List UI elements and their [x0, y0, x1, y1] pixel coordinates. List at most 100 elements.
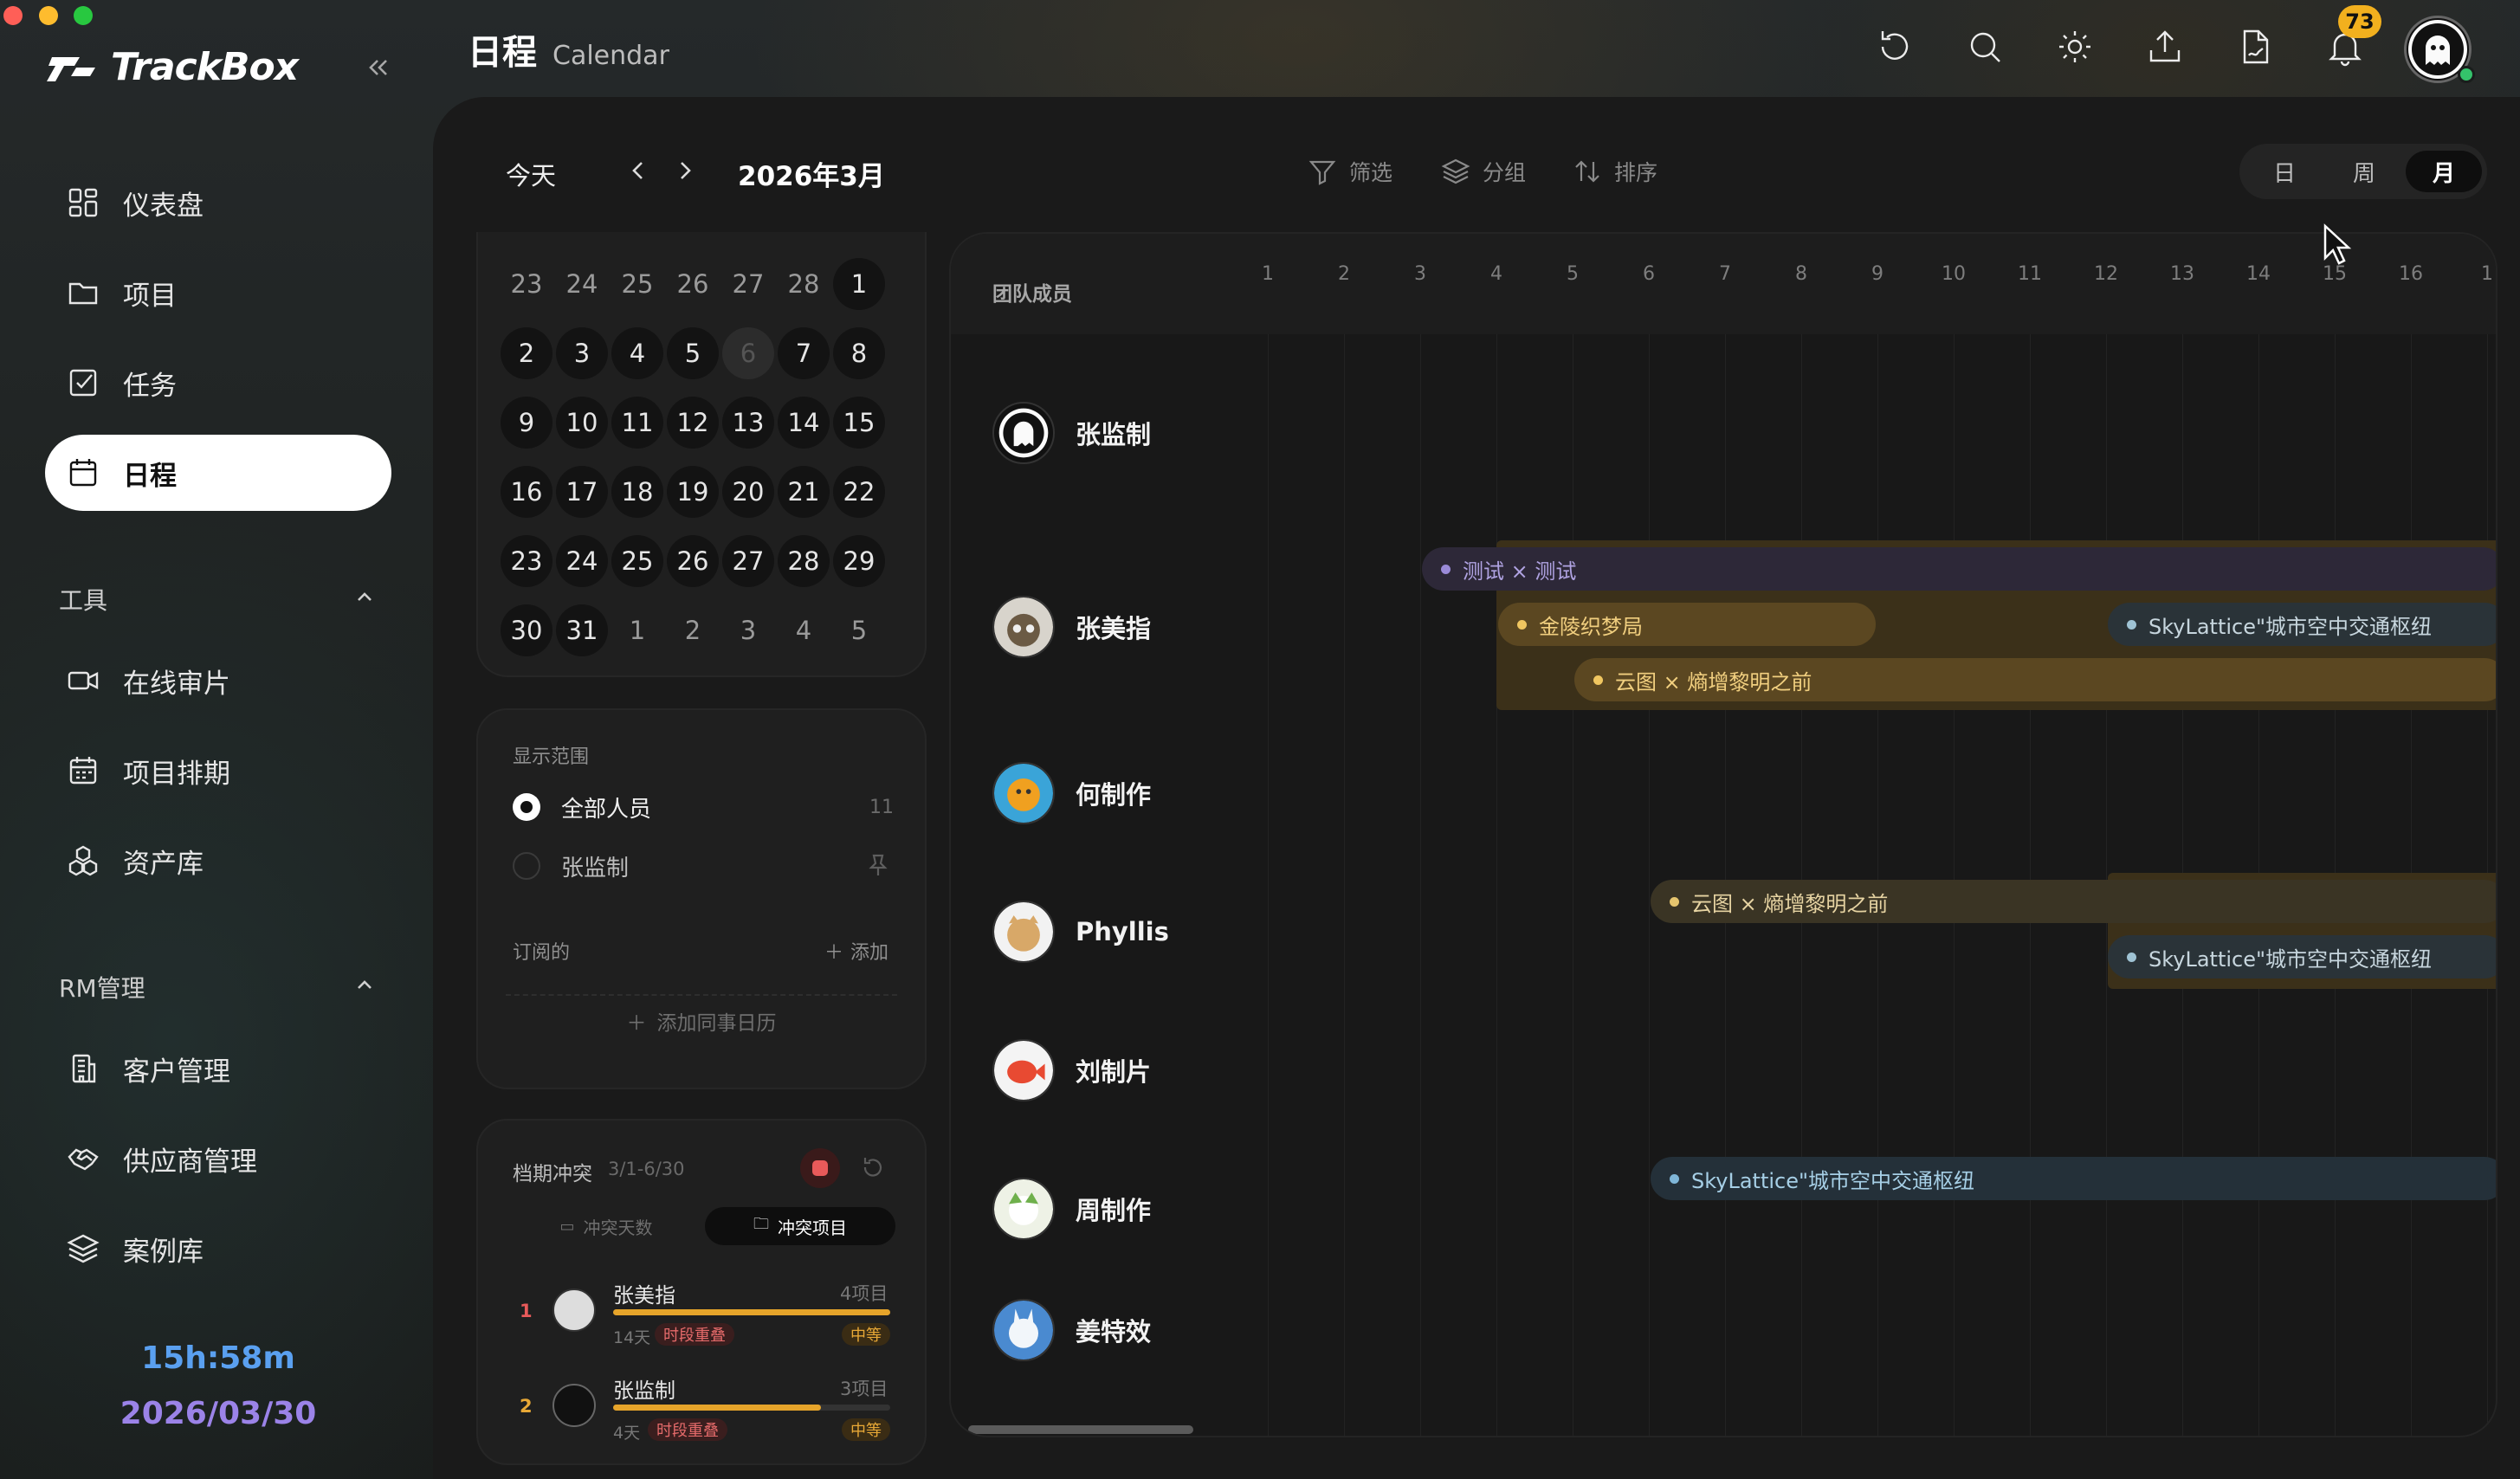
mini-calendar-day[interactable]: 3: [722, 604, 774, 656]
member-name: 张美指: [1076, 614, 1152, 643]
minimize-window-button[interactable]: [39, 6, 58, 25]
next-month-button[interactable]: [672, 156, 698, 189]
refresh-button[interactable]: [1874, 26, 1916, 68]
mini-calendar-day[interactable]: 25: [611, 535, 663, 587]
mini-calendar-day[interactable]: 28: [778, 535, 830, 587]
mini-calendar-day[interactable]: 5: [667, 327, 719, 379]
nav-calendar[interactable]: 日程: [45, 435, 391, 511]
member-row[interactable]: 周制作: [992, 1178, 1151, 1240]
mini-calendar-day[interactable]: 2: [501, 327, 552, 379]
nav-tasks[interactable]: 任务: [45, 345, 391, 421]
add-colleague-calendar-button[interactable]: ＋ 添加同事日历: [506, 994, 897, 1046]
mini-calendar-day[interactable]: 28: [778, 258, 830, 310]
mini-calendar-day[interactable]: 20: [722, 466, 774, 518]
all-members-radio[interactable]: [513, 793, 540, 821]
mini-calendar-day[interactable]: 25: [611, 258, 663, 310]
event-bar[interactable]: 金陵织梦局: [1498, 603, 1876, 646]
search-button[interactable]: [1964, 26, 2006, 68]
mini-calendar-day[interactable]: 18: [611, 466, 663, 518]
conflict-alert-button[interactable]: [800, 1148, 840, 1188]
mini-calendar-day[interactable]: 1: [611, 604, 663, 656]
mini-calendar-day[interactable]: 7: [778, 327, 830, 379]
member-radio[interactable]: [513, 852, 540, 880]
gantt-horizontal-scrollbar[interactable]: [968, 1425, 1193, 1434]
nav-dashboard[interactable]: 仪表盘: [45, 165, 391, 241]
close-window-button[interactable]: [3, 6, 23, 25]
mini-calendar-day[interactable]: 1: [833, 258, 885, 310]
event-bar[interactable]: 云图 × 熵增黎明之前: [1574, 658, 2496, 701]
mini-calendar-day[interactable]: 26: [667, 535, 719, 587]
sort-button[interactable]: 排序: [1573, 156, 1657, 187]
mini-calendar-day[interactable]: 27: [722, 258, 774, 310]
file-sign-button[interactable]: [2234, 26, 2276, 68]
nav-project-schedule[interactable]: 项目排期: [45, 733, 391, 809]
nav-case-library[interactable]: 案例库: [45, 1211, 391, 1287]
nav-asset-library[interactable]: 资产库: [45, 823, 391, 899]
mini-calendar-day[interactable]: 9: [501, 397, 552, 449]
nav-vendor-management[interactable]: 供应商管理: [45, 1121, 391, 1197]
mini-calendar-day[interactable]: 16: [501, 466, 552, 518]
upload-button[interactable]: [2144, 26, 2186, 68]
mini-calendar-day[interactable]: 6: [722, 327, 774, 379]
today-button[interactable]: 今天: [506, 156, 556, 192]
event-bar[interactable]: SkyLattice"城市空中交通枢纽: [2108, 935, 2496, 978]
member-row[interactable]: Phyllis: [992, 901, 1169, 963]
nav-client-management[interactable]: 客户管理: [45, 1030, 391, 1107]
mini-calendar-day[interactable]: 24: [556, 535, 608, 587]
mini-calendar-day[interactable]: 12: [667, 397, 719, 449]
event-bar[interactable]: SkyLattice"城市空中交通枢纽: [1651, 1157, 2496, 1200]
mini-calendar-day[interactable]: 8: [833, 327, 885, 379]
mini-calendar-day[interactable]: 4: [611, 327, 663, 379]
mini-calendar-day[interactable]: 29: [833, 535, 885, 587]
mini-calendar-day[interactable]: 19: [667, 466, 719, 518]
mini-calendar-day[interactable]: 27: [722, 535, 774, 587]
mini-calendar-day[interactable]: 22: [833, 466, 885, 518]
zoom-window-button[interactable]: [74, 6, 93, 25]
mini-calendar-day[interactable]: 11: [611, 397, 663, 449]
tools-collapse-toggle[interactable]: [353, 585, 376, 611]
filter-button[interactable]: 筛选: [1308, 156, 1392, 187]
member-row[interactable]: 张美指: [992, 596, 1151, 658]
mini-calendar-day[interactable]: 26: [667, 258, 719, 310]
nav-online-review[interactable]: 在线审片: [45, 643, 391, 719]
event-bar[interactable]: 云图 × 熵增黎明之前: [1651, 880, 2496, 923]
view-month-button[interactable]: 月: [2406, 151, 2482, 192]
collapse-sidebar-button[interactable]: [365, 54, 391, 88]
conflicts-refresh-button[interactable]: [861, 1155, 885, 1183]
member-row[interactable]: 张监制: [992, 402, 1151, 464]
event-bar[interactable]: 测试 × 测试: [1422, 547, 2496, 591]
theme-toggle-button[interactable]: [2054, 26, 2096, 68]
member-row[interactable]: 刘制片: [992, 1039, 1151, 1101]
mini-calendar-day[interactable]: 23: [501, 258, 552, 310]
tab-conflict-projects[interactable]: 🗀 冲突项目: [705, 1207, 895, 1245]
mini-calendar-day[interactable]: 2: [667, 604, 719, 656]
mini-calendar-day[interactable]: 4: [778, 604, 830, 656]
member-label[interactable]: 张监制: [561, 850, 629, 882]
mini-calendar-day[interactable]: 15: [833, 397, 885, 449]
mini-calendar-day[interactable]: 10: [556, 397, 608, 449]
rm-collapse-toggle[interactable]: [353, 973, 376, 999]
view-week-button[interactable]: 周: [2326, 151, 2402, 192]
mini-calendar-day[interactable]: 23: [501, 535, 552, 587]
mini-calendar-day[interactable]: 31: [556, 604, 608, 656]
member-row[interactable]: 何制作: [992, 762, 1151, 824]
event-bar[interactable]: SkyLattice"城市空中交通枢纽: [2108, 603, 2496, 646]
nav-projects[interactable]: 项目: [45, 255, 391, 331]
view-day-button[interactable]: 日: [2246, 151, 2323, 192]
prev-month-button[interactable]: [625, 156, 651, 189]
mini-calendar-day[interactable]: 24: [556, 258, 608, 310]
mini-calendar-day[interactable]: 30: [501, 604, 552, 656]
mini-calendar-day[interactable]: 14: [778, 397, 830, 449]
pin-button[interactable]: [866, 852, 890, 882]
member-row[interactable]: 姜特效: [992, 1299, 1151, 1361]
severity-tag: 中等: [842, 1418, 890, 1441]
mini-calendar-day[interactable]: 3: [556, 327, 608, 379]
tab-conflict-days[interactable]: ▭ 冲突天数: [511, 1207, 701, 1245]
mini-calendar-day[interactable]: 21: [778, 466, 830, 518]
add-subscription-button[interactable]: ＋ 添加: [824, 937, 888, 965]
group-button[interactable]: 分组: [1441, 156, 1526, 187]
all-members-label[interactable]: 全部人员: [561, 791, 651, 823]
mini-calendar-day[interactable]: 13: [722, 397, 774, 449]
mini-calendar-day[interactable]: 17: [556, 466, 608, 518]
mini-calendar-day[interactable]: 5: [833, 604, 885, 656]
